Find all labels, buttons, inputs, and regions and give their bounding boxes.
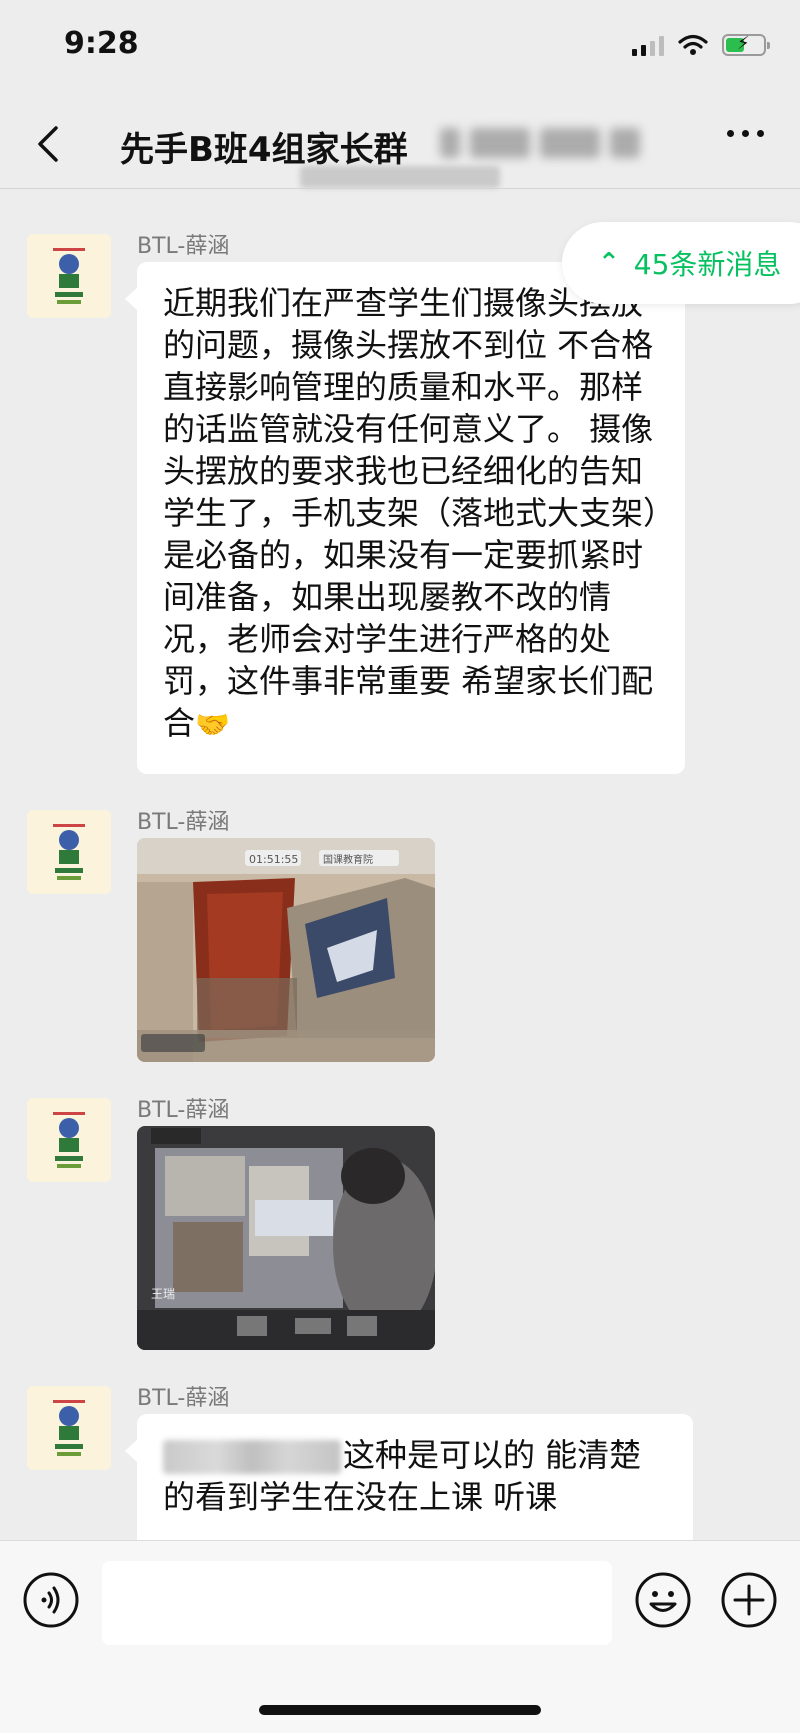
avatar[interactable] xyxy=(27,1098,111,1182)
avatar-logo-icon xyxy=(27,234,111,318)
status-bar: 9:28 ⚡ xyxy=(0,0,800,100)
new-messages-button[interactable]: ⌃ 45条新消息 xyxy=(562,222,800,304)
plus-circle-icon xyxy=(721,1572,777,1628)
voice-button[interactable] xyxy=(22,1571,80,1629)
avatar[interactable] xyxy=(27,810,111,894)
sender-name: BTL-薛涵 xyxy=(137,234,230,259)
home-indicator xyxy=(259,1705,541,1715)
message-text: 近期我们在严查学生们摄像头摆放的问题，摄像头摆放不到位 不合格 直接影响管理的质… xyxy=(163,284,660,742)
avatar[interactable] xyxy=(27,234,111,318)
avatar-logo-icon xyxy=(27,810,111,894)
message-input[interactable] xyxy=(102,1561,612,1645)
blurred-member-count xyxy=(440,124,660,162)
status-icons: ⚡ xyxy=(632,33,770,56)
message-bubble[interactable]: 近期我们在严查学生们摄像头摆放的问题，摄像头摆放不到位 不合格 直接影响管理的质… xyxy=(125,262,685,774)
status-time: 9:28 xyxy=(64,26,139,61)
sender-name: BTL-薛涵 xyxy=(137,1386,230,1411)
feed-name-tag: 王瑞 xyxy=(151,1287,175,1301)
blurred-student-names xyxy=(163,1440,341,1474)
photo-message[interactable]: 01:51:55 国课教育院 xyxy=(137,838,435,1062)
sender-name: BTL-薛涵 xyxy=(137,1098,230,1123)
camera-feed-image: 王瑞 xyxy=(137,1126,435,1350)
cellular-signal-icon xyxy=(632,34,664,56)
avatar-logo-icon xyxy=(27,1098,111,1182)
input-bar xyxy=(0,1540,800,1733)
faded-system-message xyxy=(300,166,500,188)
chevron-left-icon xyxy=(38,126,58,162)
nav-divider xyxy=(0,188,800,189)
photo-message[interactable]: 王瑞 xyxy=(137,1126,435,1350)
double-chevron-up-icon: ⌃ xyxy=(598,248,620,278)
chat-title: 先手B班4组家长群 xyxy=(120,130,408,170)
voice-icon xyxy=(23,1572,79,1628)
emoji-face-icon xyxy=(635,1572,691,1628)
new-messages-label: 45条新消息 xyxy=(633,248,782,281)
back-button[interactable] xyxy=(28,120,76,168)
handshake-emoji: 🤝 xyxy=(195,708,230,741)
sender-name: BTL-薛涵 xyxy=(137,810,230,835)
more-dots-icon xyxy=(727,130,734,137)
wifi-icon xyxy=(678,34,708,55)
battery-icon: ⚡ xyxy=(722,33,770,56)
emoji-button[interactable] xyxy=(634,1571,692,1629)
add-button[interactable] xyxy=(720,1571,778,1629)
feed-app-badge: 国课教育院 xyxy=(323,853,373,866)
message-bubble[interactable]: 这种是可以的 能清楚的看到学生在没在上课 听课 xyxy=(125,1414,693,1540)
avatar[interactable] xyxy=(27,1386,111,1470)
feed-timer: 01:51:55 xyxy=(249,853,298,866)
avatar-logo-icon xyxy=(27,1386,111,1470)
more-button[interactable] xyxy=(727,130,764,137)
camera-feed-image: 01:51:55 国课教育院 xyxy=(137,838,435,1062)
